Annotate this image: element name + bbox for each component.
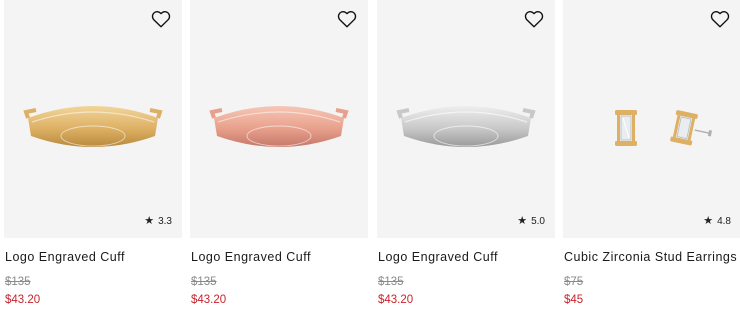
- star-icon: ★: [144, 215, 155, 227]
- heart-outline-icon[interactable]: [709, 8, 731, 30]
- rating-badge: ★ 5.0: [517, 215, 545, 228]
- star-icon: ★: [703, 215, 714, 227]
- product-card[interactable]: ★ 3.3 Logo Engraved Cuff $135 $43.20: [4, 0, 182, 312]
- rating-value: 4.8: [717, 216, 731, 227]
- sale-price: $43.20: [5, 294, 41, 306]
- product-name[interactable]: Logo Engraved Cuff: [378, 250, 498, 264]
- rating-badge: ★ 4.8: [703, 215, 731, 228]
- rating-value: 3.3: [158, 216, 172, 227]
- earring-side: [617, 115, 620, 141]
- stud-earrings-image: [615, 110, 713, 146]
- earring-cap: [615, 110, 637, 115]
- original-price: $135: [378, 276, 404, 288]
- sale-price: $43.20: [378, 294, 414, 306]
- product-image-tile[interactable]: ★ 5.0: [377, 0, 555, 238]
- product-image-tile[interactable]: [190, 0, 368, 238]
- product-card[interactable]: ★ 4.8 Cubic Zirconia Stud Earrings $75 $…: [563, 0, 740, 312]
- rating-value: 5.0: [531, 216, 545, 227]
- product-image-tile[interactable]: ★ 4.8: [563, 0, 740, 238]
- product-card[interactable]: ★ 5.0 Logo Engraved Cuff $135 $43.20: [377, 0, 555, 312]
- original-price: $75: [564, 276, 584, 288]
- cuff-bracelet-image: [209, 106, 349, 147]
- star-icon: ★: [517, 215, 528, 227]
- earring-front: [615, 110, 637, 146]
- product-name[interactable]: Cubic Zirconia Stud Earrings: [564, 250, 737, 264]
- heart-outline-icon[interactable]: [150, 8, 172, 30]
- sale-price: $45: [564, 294, 584, 306]
- sale-price: $43.20: [191, 294, 227, 306]
- product-image-tile[interactable]: ★ 3.3: [4, 0, 182, 238]
- earring-cap: [615, 141, 637, 146]
- product-name[interactable]: Logo Engraved Cuff: [191, 250, 311, 264]
- earring-side-view: [670, 110, 713, 146]
- cuff-bracelet-image: [396, 106, 536, 147]
- rating-badge: ★ 3.3: [144, 215, 172, 228]
- product-grid: ★ 3.3 Logo Engraved Cuff $135 $43.20 Log…: [0, 0, 740, 312]
- heart-outline-icon[interactable]: [336, 8, 358, 30]
- original-price: $135: [5, 276, 31, 288]
- product-name[interactable]: Logo Engraved Cuff: [5, 250, 125, 264]
- heart-outline-icon[interactable]: [523, 8, 545, 30]
- cuff-bracelet-image: [23, 106, 163, 147]
- earring-side: [632, 115, 635, 141]
- product-card[interactable]: Logo Engraved Cuff $135 $43.20: [190, 0, 368, 312]
- original-price: $135: [191, 276, 217, 288]
